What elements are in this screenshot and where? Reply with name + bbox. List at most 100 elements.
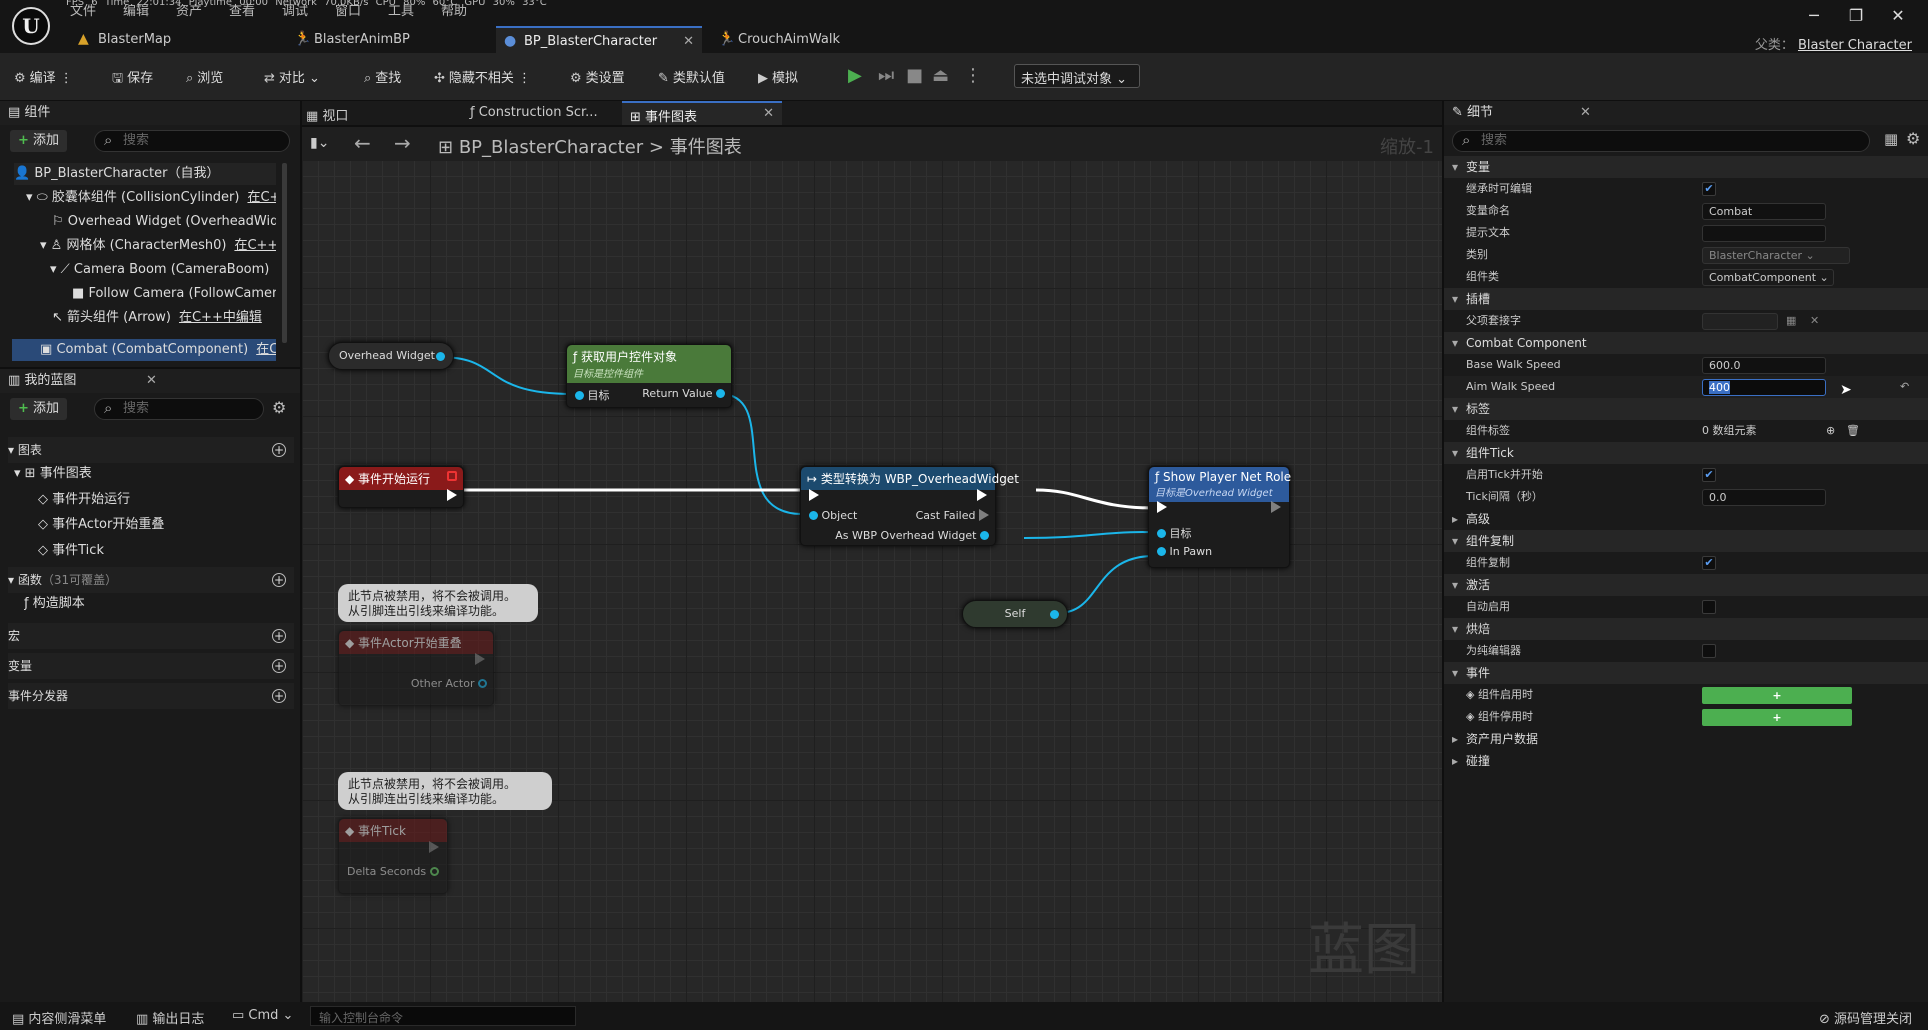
tick-interval-field[interactable]: 0.0 xyxy=(1702,489,1826,506)
play-options-icon[interactable]: ⋮ xyxy=(964,65,982,86)
components-scrollbar[interactable] xyxy=(282,163,287,343)
section-component-tick[interactable]: 组件Tick xyxy=(1444,442,1928,464)
section-combat-component[interactable]: Combat Component xyxy=(1444,332,1928,354)
add-component-button[interactable]: + 添加 xyxy=(10,130,68,152)
pin-exec-out[interactable] xyxy=(1271,501,1281,514)
play-icon[interactable]: ▶ xyxy=(848,65,862,86)
pin-other-actor[interactable]: Other Actor xyxy=(411,677,487,690)
section-advanced[interactable]: 高级 xyxy=(1444,508,1928,530)
delegate-pin-icon[interactable] xyxy=(447,471,457,481)
node-show-player-net-role[interactable]: ƒ Show Player Net Role 目标是Overhead Widget… xyxy=(1148,466,1291,568)
compile-button[interactable]: ⚙ 编译 ⋮ xyxy=(14,67,73,86)
edit-in-cpp-link[interactable]: 在C++ xyxy=(256,342,276,357)
event-graph-item[interactable]: ▾ ⊞ 事件图表 xyxy=(14,463,92,485)
close-icon[interactable]: ✕ xyxy=(683,28,694,55)
breadcrumb-root[interactable]: BP_BlasterCharacter xyxy=(459,137,643,158)
pin-target[interactable]: 目标 xyxy=(1157,525,1192,541)
section-collision[interactable]: 碰撞 xyxy=(1444,750,1928,772)
class-settings-button[interactable]: ⚙ 类设置 xyxy=(570,67,625,86)
source-control-button[interactable]: ⊘ 源码管理关闭 xyxy=(1819,1008,1912,1027)
pin-exec-in[interactable] xyxy=(1157,501,1167,514)
add-variable-icon[interactable]: + xyxy=(272,659,286,673)
close-icon[interactable]: ✕ xyxy=(146,369,157,393)
category-combo[interactable]: BlasterCharacter ⌄ xyxy=(1702,247,1850,264)
node-overhead-widget[interactable]: Overhead Widget xyxy=(328,342,454,370)
tick-enabled-checkbox[interactable]: ✔ xyxy=(1702,468,1716,482)
output-log-button[interactable]: ▥ 输出日志 xyxy=(136,1008,204,1027)
section-socket[interactable]: 插槽 xyxy=(1444,288,1928,310)
section-cooking[interactable]: 烘焙 xyxy=(1444,618,1928,640)
component-self[interactable]: 👤 BP_BlasterCharacter（自我） xyxy=(14,163,276,185)
editable-checkbox[interactable]: ✔ xyxy=(1702,182,1716,196)
component-camera-boom[interactable]: ▾ ⟋ Camera Boom (CameraBoom)在 xyxy=(50,259,276,281)
pin-overhead-widget-out[interactable] xyxy=(436,352,445,361)
table-view-icon[interactable]: ▦ xyxy=(1884,130,1898,148)
tab-blasteranimbp[interactable]: 🏃 BlasterAnimBP xyxy=(286,26,486,53)
section-replication[interactable]: 组件复制 xyxy=(1444,530,1928,552)
hide-unrelated-button[interactable]: ✣ 隐藏不相关 ⋮ xyxy=(434,67,531,86)
add-function-icon[interactable]: + xyxy=(272,573,286,587)
pin-exec-out[interactable] xyxy=(429,841,439,854)
gear-icon[interactable]: ⚙ xyxy=(1906,129,1920,148)
save-button[interactable]: 🖫 保存 xyxy=(112,67,153,91)
my-blueprint-search-input[interactable]: 搜索 xyxy=(94,398,264,420)
pin-exec-out[interactable] xyxy=(447,489,457,502)
section-activation[interactable]: 激活 xyxy=(1444,574,1928,596)
add-on-deactivated-button[interactable]: + xyxy=(1702,709,1852,726)
stop-icon[interactable]: ■ xyxy=(906,65,923,86)
add-element-icon[interactable]: ⊕ xyxy=(1826,420,1835,442)
pin-as-overhead-widget[interactable]: As WBP Overhead Widget xyxy=(835,529,989,542)
tab-crouchaimwalk[interactable]: 🏃 CrouchAimWalk xyxy=(710,26,890,53)
pin-exec-out[interactable] xyxy=(977,489,987,502)
edit-in-cpp-link[interactable]: 在C++中 xyxy=(234,238,276,253)
pin-target[interactable]: 目标 xyxy=(575,387,610,403)
close-icon[interactable]: ✕ xyxy=(1580,101,1591,125)
debug-target-select[interactable]: 未选中调试对象 ⌄ xyxy=(1014,64,1140,88)
variables-section[interactable]: 变量 + xyxy=(8,653,294,679)
menu-edit[interactable]: 编辑 xyxy=(123,4,176,20)
close-icon[interactable]: ✕ xyxy=(763,106,774,121)
add-macro-icon[interactable]: + xyxy=(272,629,286,643)
graphs-section[interactable]: ▾ 图表 + xyxy=(8,437,294,463)
event-begin-play-item[interactable]: ◇ 事件开始运行 xyxy=(38,489,130,511)
event-overlap-item[interactable]: ◇ 事件Actor开始重叠 xyxy=(38,514,164,536)
dispatchers-section[interactable]: 事件分发器 + xyxy=(8,683,294,709)
functions-section[interactable]: ▾ 函数（31可覆盖） + xyxy=(8,567,294,593)
maximize-icon[interactable]: ❐ xyxy=(1836,6,1876,25)
menu-view[interactable]: 查看 xyxy=(229,4,282,20)
add-on-activated-button[interactable]: + xyxy=(1702,687,1852,704)
component-follow-camera[interactable]: ■ Follow Camera (FollowCamera) xyxy=(72,283,276,305)
component-mesh[interactable]: ▾ ♙ 网格体 (CharacterMesh0)在C++中 xyxy=(40,235,276,257)
node-self[interactable]: Self xyxy=(962,600,1068,628)
menu-debug[interactable]: 调试 xyxy=(282,4,335,20)
pin-delta-seconds[interactable]: Delta Seconds xyxy=(347,865,439,878)
socket-browse-icon[interactable]: ▦ xyxy=(1786,310,1796,332)
minimize-icon[interactable]: ─ xyxy=(1794,6,1834,25)
pin-in-pawn[interactable]: In Pawn xyxy=(1157,545,1212,558)
gear-icon[interactable]: ⚙ xyxy=(272,398,286,417)
simulate-button[interactable]: ▶ 模拟 xyxy=(758,67,798,86)
add-dispatcher-icon[interactable]: + xyxy=(272,689,286,703)
back-arrow-icon[interactable]: ← xyxy=(354,131,371,155)
component-overhead-widget[interactable]: ⚐ Overhead Widget (OverheadWidget xyxy=(52,211,276,233)
macros-section[interactable]: 宏 + xyxy=(8,623,294,649)
node-event-actor-overlap[interactable]: ◆ 事件Actor开始重叠 Other Actor xyxy=(338,630,494,706)
section-asset-user-data[interactable]: 资产用户数据 xyxy=(1444,728,1928,750)
node-event-begin-play[interactable]: ◆ 事件开始运行 xyxy=(338,466,464,508)
console-input[interactable]: 输入控制台命令 xyxy=(310,1006,576,1026)
variable-name-field[interactable]: Combat xyxy=(1702,203,1826,220)
details-search-input[interactable]: 搜索 xyxy=(1452,130,1870,152)
cmd-select[interactable]: ▭ Cmd ⌄ xyxy=(232,1008,293,1023)
construction-script-item[interactable]: ƒ 构造脚本 xyxy=(24,593,85,615)
pin-exec-in[interactable] xyxy=(809,489,819,502)
find-button[interactable]: ⌕ 查找 xyxy=(364,67,401,86)
class-defaults-button[interactable]: ✎ 类默认值 xyxy=(658,67,725,86)
components-search-input[interactable]: 搜索 xyxy=(94,130,290,152)
auto-activate-checkbox[interactable] xyxy=(1702,600,1716,614)
component-class-combo[interactable]: CombatComponent ⌄ xyxy=(1702,269,1834,286)
node-get-user-widget[interactable]: ƒ 获取用户控件对象 目标是控件组件 目标 Return Value xyxy=(566,344,732,408)
tab-event-graph[interactable]: ⊞ 事件图表 ✕ xyxy=(622,101,782,125)
diff-button[interactable]: ⇄ 对比 ⌄ xyxy=(264,67,320,86)
content-drawer-button[interactable]: ▤ 内容侧滑菜单 xyxy=(12,1008,106,1027)
component-arrow[interactable]: ↖ 箭头组件 (Arrow) 在C++中编辑 xyxy=(52,307,276,329)
